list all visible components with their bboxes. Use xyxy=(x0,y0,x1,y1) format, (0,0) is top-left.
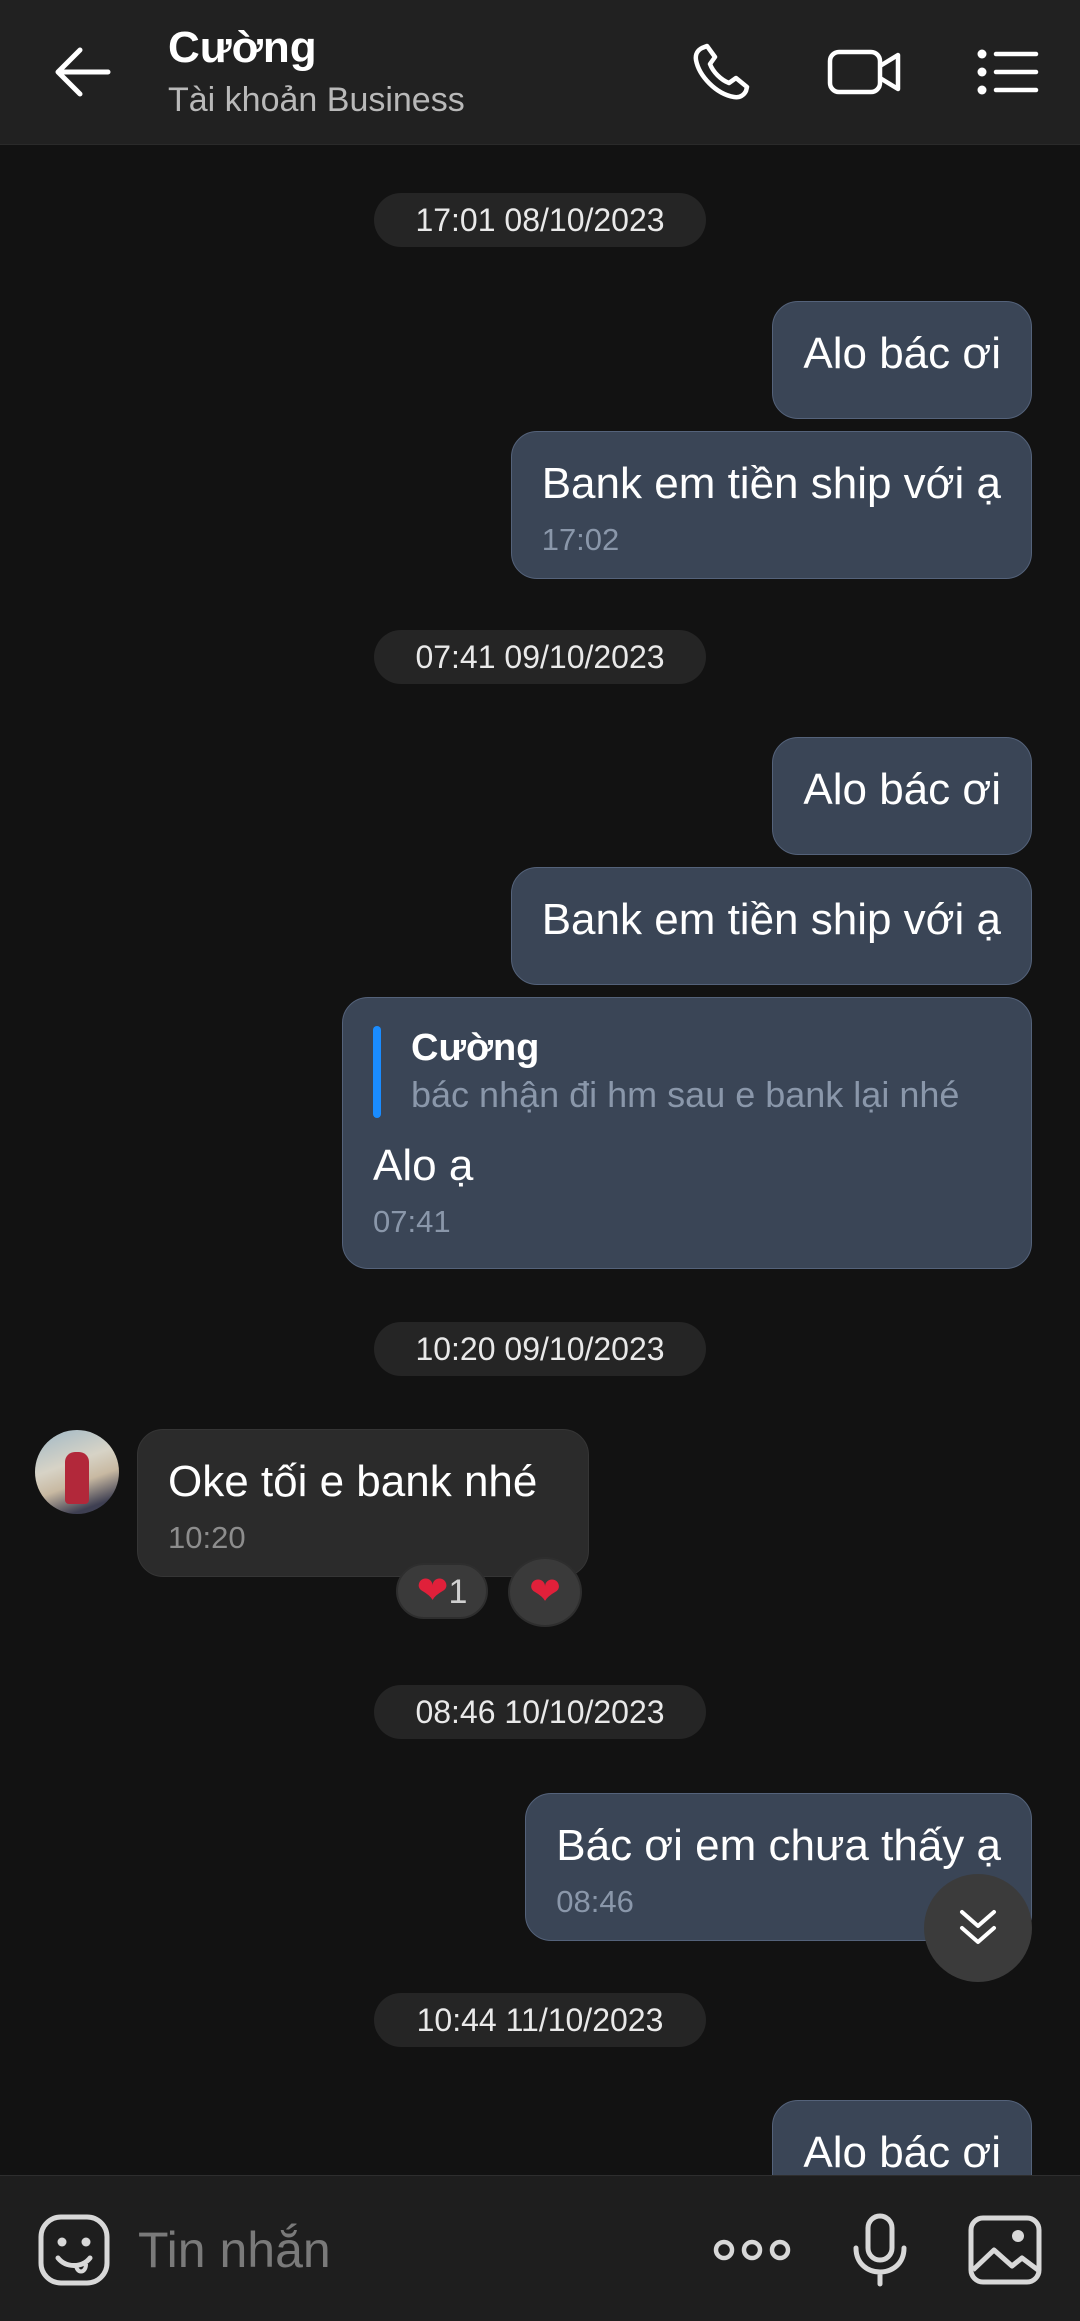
message-time: 17:02 xyxy=(541,522,620,557)
message-text: Alo bác ơi xyxy=(803,765,1001,814)
heart-icon: ❤ xyxy=(529,1571,561,1613)
message-bubble-outgoing[interactable]: Bank em tiền ship với ạ 17:02 xyxy=(510,431,1032,579)
date-separator: 10:20 09/10/2023 xyxy=(374,1322,706,1376)
message-text: Alo bác ơi xyxy=(803,2128,1001,2175)
message-text: Alo bác ơi xyxy=(803,329,1001,378)
date-separator: 17:01 08/10/2023 xyxy=(374,193,706,247)
double-chevron-down-icon xyxy=(960,1910,996,1944)
message-bubble-outgoing[interactable]: Bank em tiền ship với ạ xyxy=(510,867,1032,985)
message-composer: Tin nhắn xyxy=(0,2175,1080,2321)
quoted-sender: Cường xyxy=(411,1027,540,1069)
date-separator: 07:41 09/10/2023 xyxy=(374,630,706,684)
sticker-icon[interactable] xyxy=(36,2212,112,2288)
avatar[interactable] xyxy=(35,1430,119,1514)
message-bubble-outgoing[interactable]: Alo bác ơi xyxy=(772,737,1032,855)
scroll-to-bottom-button[interactable] xyxy=(924,1874,1032,1982)
message-text: Bank em tiền ship với ạ xyxy=(541,459,1001,508)
message-time: 10:20 xyxy=(168,1520,246,1555)
contact-subtitle: Tài khoản Business xyxy=(168,81,465,119)
message-text: Alo ạ xyxy=(373,1141,474,1190)
video-call-icon[interactable] xyxy=(826,40,904,104)
contact-info[interactable]: Cường Tài khoản Business xyxy=(168,22,465,122)
date-separator: 10:44 11/10/2023 xyxy=(374,1993,706,2047)
chat-header: Cường Tài khoản Business xyxy=(0,0,1080,145)
message-list[interactable]: 17:01 08/10/2023 Alo bác ơi Bank em tiền… xyxy=(0,145,1080,2175)
image-icon[interactable] xyxy=(966,2212,1044,2288)
add-reaction-button[interactable]: ❤ xyxy=(508,1557,582,1627)
message-text: Bác ơi em chưa thấy ạ xyxy=(556,1821,1001,1870)
more-icon[interactable] xyxy=(712,2212,792,2288)
back-arrow-icon[interactable] xyxy=(52,44,112,100)
message-input[interactable]: Tin nhắn xyxy=(138,2220,331,2280)
microphone-icon[interactable] xyxy=(848,2212,912,2288)
message-time: 07:41 xyxy=(373,1204,451,1239)
contact-name: Cường xyxy=(168,23,317,72)
heart-icon: ❤ xyxy=(416,1570,449,1612)
message-text: Bank em tiền ship với ạ xyxy=(541,895,1001,944)
message-text: Oke tối e bank nhé xyxy=(168,1457,538,1506)
message-bubble-incoming[interactable]: Oke tối e bank nhé 10:20 xyxy=(137,1429,589,1577)
phone-icon[interactable] xyxy=(688,40,756,104)
reaction-count: 1 xyxy=(448,1573,468,1611)
message-bubble-outgoing[interactable]: Alo bác ơi xyxy=(772,2100,1032,2175)
message-bubble-outgoing[interactable]: Alo bác ơi xyxy=(772,301,1032,419)
date-separator: 08:46 10/10/2023 xyxy=(374,1685,706,1739)
list-menu-icon[interactable] xyxy=(974,40,1040,104)
quote-bar xyxy=(373,1026,381,1118)
quoted-text: bác nhận đi hm sau e bank lại nhé xyxy=(411,1074,960,1115)
reaction-summary[interactable]: ❤1 xyxy=(396,1563,488,1619)
quoted-message[interactable]: Cường bác nhận đi hm sau e bank lại nhé xyxy=(373,1024,1001,1118)
reply-message-bubble[interactable]: Cường bác nhận đi hm sau e bank lại nhé … xyxy=(342,997,1032,1269)
